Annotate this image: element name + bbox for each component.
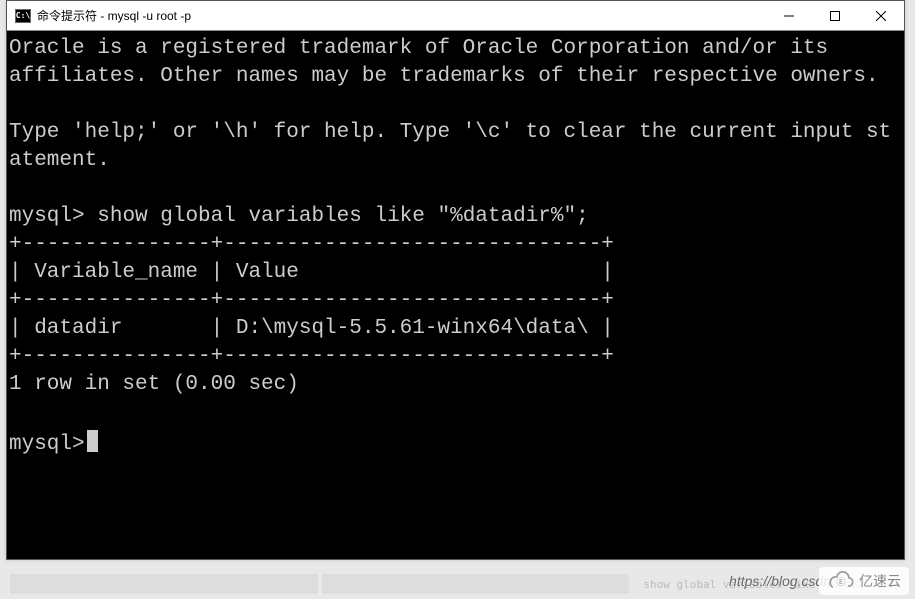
window-title: 命令提示符 - mysql -u root -p	[37, 7, 766, 24]
terminal-cursor	[87, 430, 98, 452]
cmd-icon: C:\	[15, 9, 31, 23]
background-strip	[322, 574, 630, 594]
minimize-icon	[784, 11, 794, 21]
banner-text-1: Oracle is a registered trademark of Orac…	[9, 37, 828, 60]
mysql-prompt: mysql>	[9, 431, 85, 459]
table-border: +---------------+-----------------------…	[9, 289, 614, 312]
svg-text:Ⓔ: Ⓔ	[836, 577, 845, 587]
window-titlebar[interactable]: C:\ 命令提示符 - mysql -u root -p	[7, 1, 904, 31]
cloud-icon: Ⓔ	[827, 571, 855, 591]
close-icon	[876, 11, 886, 21]
minimize-button[interactable]	[766, 1, 812, 30]
watermark-url: https://blog.csdn	[729, 573, 831, 589]
table-border: +---------------+-----------------------…	[9, 345, 614, 368]
watermark-logo: Ⓔ 亿速云	[819, 567, 909, 595]
table-header: | Variable_name | Value |	[9, 261, 614, 284]
close-button[interactable]	[858, 1, 904, 30]
result-summary: 1 row in set (0.00 sec)	[9, 373, 299, 396]
terminal-output[interactable]: Oracle is a registered trademark of Orac…	[7, 31, 904, 559]
mysql-prompt: mysql>	[9, 205, 85, 228]
watermark-text: 亿速云	[859, 571, 901, 591]
banner-text-2: affiliates. Other names may be trademark…	[9, 65, 879, 88]
command-prompt-window: C:\ 命令提示符 - mysql -u root -p Oracle is a…	[6, 0, 905, 560]
maximize-icon	[830, 11, 840, 21]
sql-command: show global variables like "%datadir%";	[97, 205, 588, 228]
table-row: | datadir | D:\mysql-5.5.61-winx64\data\…	[9, 317, 614, 340]
window-controls	[766, 1, 904, 30]
maximize-button[interactable]	[812, 1, 858, 30]
help-text: Type 'help;' or '\h' for help. Type '\c'…	[9, 121, 891, 172]
table-border: +---------------+-----------------------…	[9, 233, 614, 256]
background-strip	[10, 574, 318, 594]
